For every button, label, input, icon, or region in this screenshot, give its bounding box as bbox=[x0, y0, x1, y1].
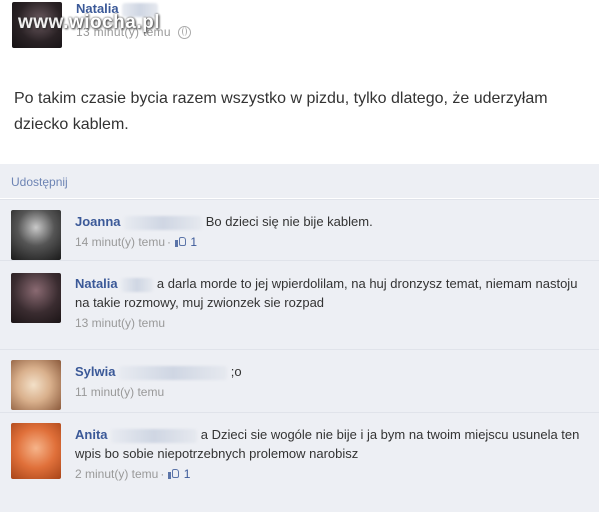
commenter-avatar[interactable] bbox=[11, 210, 61, 260]
commenter-name[interactable]: Joanna bbox=[75, 214, 121, 229]
watermark: www.wiocha.pl bbox=[18, 12, 160, 33]
comment-body: Joanna Bo dzieci się nie bije kablem. 14… bbox=[75, 212, 580, 252]
share-link[interactable]: Udostępnij bbox=[11, 175, 68, 189]
comment-text: ;o bbox=[230, 364, 242, 379]
blurred-surname bbox=[111, 428, 198, 443]
globe-icon bbox=[178, 26, 192, 40]
comment-body: Natalia a darla morde to jej wpierdolila… bbox=[75, 274, 580, 333]
comment-meta: 2 minut(y) temu · 1 bbox=[75, 467, 191, 481]
commenter-name[interactable]: Anita bbox=[75, 427, 108, 442]
like-icon[interactable] bbox=[175, 236, 187, 247]
comment-timestamp[interactable]: 2 minut(y) temu bbox=[75, 467, 158, 481]
comment-body: Sylwia ;o 11 minut(y) temu bbox=[75, 362, 580, 402]
comment-body: Anita a Dzieci sie wogóle nie bije i ja … bbox=[75, 425, 580, 484]
commenter-avatar[interactable] bbox=[11, 360, 61, 410]
post-text: Po takim czasie bycia razem wszystko w p… bbox=[14, 90, 548, 133]
blurred-surname bbox=[124, 215, 203, 230]
commenter-name[interactable]: Sylwia bbox=[75, 364, 115, 379]
comment-item: Sylwia ;o 11 minut(y) temu bbox=[0, 349, 599, 412]
post-header: Natalia 13 minut(y) temu www.wiocha.pl bbox=[0, 0, 599, 62]
comment-timestamp[interactable]: 14 minut(y) temu bbox=[75, 235, 165, 249]
comment-meta: 13 minut(y) temu bbox=[75, 314, 580, 333]
like-icon[interactable] bbox=[168, 468, 180, 479]
share-bar: Udostępnij bbox=[0, 164, 599, 198]
blurred-surname bbox=[121, 277, 154, 292]
like-count[interactable]: 1 bbox=[184, 467, 191, 481]
comment-timestamp[interactable]: 11 minut(y) temu bbox=[75, 385, 164, 399]
comment-item: Anita a Dzieci sie wogóle nie bije i ja … bbox=[0, 412, 599, 513]
commenter-avatar[interactable] bbox=[11, 423, 61, 479]
comment-timestamp[interactable]: 13 minut(y) temu bbox=[75, 316, 165, 330]
comment-meta: 14 minut(y) temu · 1 bbox=[75, 235, 198, 249]
commenter-avatar[interactable] bbox=[11, 273, 61, 323]
like-count[interactable]: 1 bbox=[190, 235, 197, 249]
commenter-name[interactable]: Natalia bbox=[75, 276, 118, 291]
comment-item: Joanna Bo dzieci się nie bije kablem. 14… bbox=[0, 199, 599, 260]
comment-item: Natalia a darla morde to jej wpierdolila… bbox=[0, 260, 599, 349]
comment-text: Bo dzieci się nie bije kablem. bbox=[205, 214, 373, 229]
blurred-surname bbox=[119, 365, 228, 380]
comment-meta: 11 minut(y) temu bbox=[75, 383, 580, 402]
bottom-edge bbox=[0, 512, 599, 516]
